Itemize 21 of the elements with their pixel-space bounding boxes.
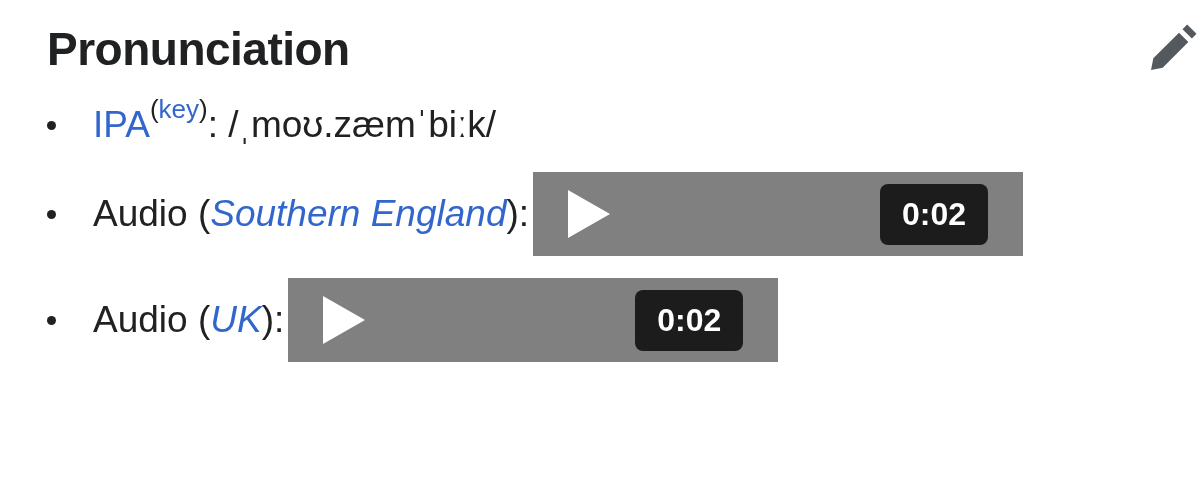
bracket-text: ) [199, 93, 208, 125]
audio-player[interactable]: 0:02 [288, 278, 779, 362]
item-text: Audio ( [93, 193, 211, 235]
item-text: ): [506, 193, 530, 235]
section-heading: Pronunciation [47, 22, 350, 76]
bullet [47, 209, 56, 219]
link[interactable]: Southern England [210, 193, 507, 235]
duration-label: 0:02 [635, 289, 744, 351]
bullet [47, 315, 56, 325]
link[interactable]: UK [210, 299, 262, 341]
item-text: Audio ( [93, 299, 211, 341]
item-text: : /ˌmoʊ.zæmˈbiːk/ [207, 104, 496, 146]
audio-player[interactable]: 0:02 [533, 172, 1024, 256]
link[interactable]: IPA [93, 104, 150, 146]
item-text: ): [261, 299, 285, 341]
play-icon[interactable] [323, 296, 366, 344]
bracket-text: ( [149, 93, 159, 124]
play-icon[interactable] [568, 190, 611, 238]
bullet [47, 120, 56, 130]
key-link[interactable]: key [158, 93, 200, 125]
duration-label: 0:02 [880, 183, 989, 245]
